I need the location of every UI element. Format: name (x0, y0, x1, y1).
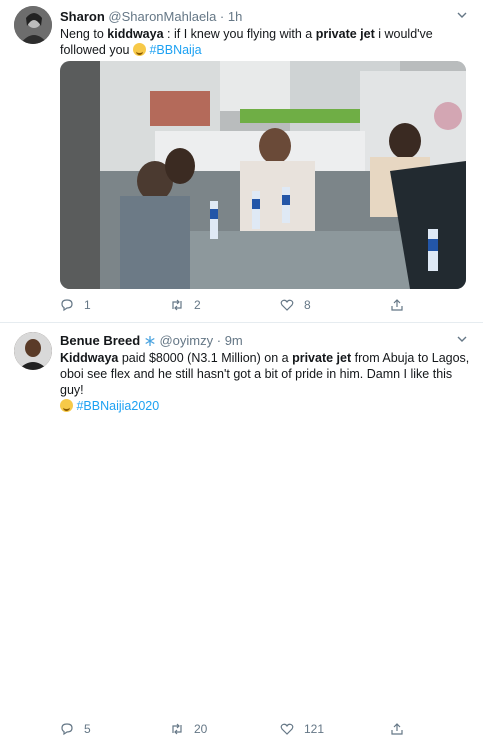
like-icon (280, 723, 294, 735)
tweet-header: Benue Breed @oyimzy · 9m (60, 333, 243, 348)
retweet-button[interactable]: 20 (170, 722, 280, 736)
display-name[interactable]: Sharon (60, 9, 105, 24)
laughing-emoji-icon (132, 43, 146, 56)
share-icon (391, 723, 403, 735)
text-segment: Neng to (60, 27, 108, 41)
reply-icon (61, 299, 73, 312)
like-button[interactable]: 8 (280, 298, 390, 312)
share-button[interactable] (390, 298, 483, 312)
tweet-card[interactable]: Sharon @SharonMahlaela · 1h Neng to kidd… (0, 0, 483, 323)
bold-text: private jet (292, 351, 352, 365)
reply-count: 1 (84, 298, 91, 312)
hashtag-link[interactable]: #BBNaijia2020 (76, 399, 159, 413)
separator-dot: · (219, 9, 225, 24)
tweet-actions: 5 20 121 (60, 722, 483, 736)
retweet-icon (172, 723, 182, 735)
text-segment: : if I knew you flying with a (163, 27, 316, 41)
tweet-text: Kiddwaya paid $8000 (N3.1 Million) on a … (60, 350, 472, 414)
avatar[interactable] (14, 6, 52, 44)
tweet-text: Neng to kiddwaya : if I knew you flying … (60, 26, 470, 58)
share-button[interactable] (390, 722, 483, 736)
reply-count: 5 (84, 722, 91, 736)
laughing-emoji-icon (60, 399, 73, 412)
avatar[interactable] (14, 332, 52, 370)
mention[interactable]: Kiddwaya (60, 351, 118, 365)
like-button[interactable]: 121 (280, 722, 390, 736)
retweet-icon (172, 299, 182, 311)
mention[interactable]: kiddwaya (107, 27, 163, 41)
retweet-button[interactable]: 2 (170, 298, 280, 312)
like-count: 8 (304, 298, 311, 312)
user-handle[interactable]: @SharonMahlaela (108, 9, 216, 24)
like-count: 121 (304, 722, 325, 736)
timestamp[interactable]: 9m (225, 333, 243, 348)
text-segment: paid $8000 (N3.1 Million) on a (118, 351, 293, 365)
reply-icon (61, 723, 73, 736)
user-handle[interactable]: @oyimzy (159, 333, 213, 348)
retweet-count: 2 (194, 298, 201, 312)
reply-button[interactable]: 1 (60, 298, 170, 312)
retweet-count: 20 (194, 722, 208, 736)
hashtag-link[interactable]: #BBNaija (149, 43, 201, 57)
tweet-actions: 1 2 8 (60, 298, 483, 312)
separator-dot: · (216, 333, 222, 348)
snowflake-icon (145, 336, 155, 346)
display-name[interactable]: Benue Breed (60, 333, 140, 348)
tweet-header: Sharon @SharonMahlaela · 1h (60, 9, 242, 24)
bold-text: private jet (315, 27, 375, 41)
share-icon (391, 299, 403, 311)
chevron-down-icon[interactable] (457, 334, 467, 344)
tweet-card[interactable]: Benue Breed @oyimzy · 9m Kiddwaya paid $… (0, 322, 483, 736)
timestamp[interactable]: 1h (228, 9, 242, 24)
like-icon (280, 299, 294, 311)
reply-button[interactable]: 5 (60, 722, 170, 736)
chevron-down-icon[interactable] (457, 10, 467, 20)
tweet-photo[interactable] (60, 61, 466, 289)
